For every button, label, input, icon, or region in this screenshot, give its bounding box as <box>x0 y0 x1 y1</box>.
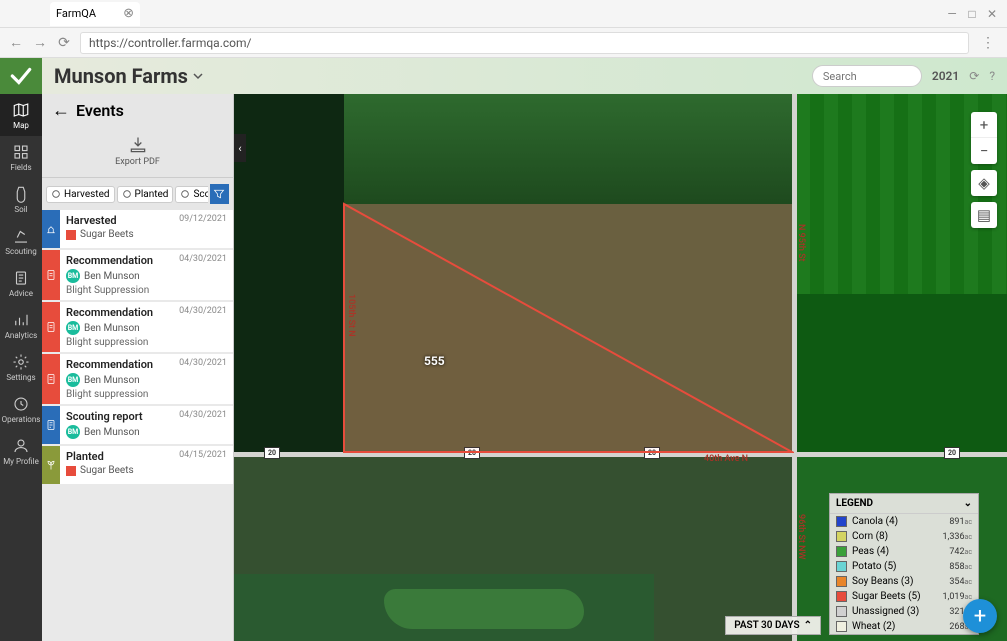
nav-item-advice[interactable]: Advice <box>0 262 42 304</box>
export-pdf-button[interactable]: Export PDF <box>115 135 160 167</box>
nav-item-operations[interactable]: Operations <box>0 388 42 430</box>
panel-collapse-button[interactable]: ‹ <box>234 134 246 162</box>
legend-row[interactable]: Peas (4)742ac <box>830 544 978 559</box>
event-item[interactable]: Scouting report04/30/2021BMBen Munson <box>42 406 233 444</box>
app-logo[interactable] <box>0 58 42 94</box>
nav-forward-icon[interactable]: → <box>32 34 48 51</box>
legend-row[interactable]: Unassigned (3)321ac <box>830 604 978 619</box>
event-item[interactable]: Planted04/15/2021Sugar Beets <box>42 446 233 484</box>
nav-item-analytics[interactable]: Analytics <box>0 304 42 346</box>
legend-row[interactable]: Sugar Beets (5)1,019ac <box>830 589 978 604</box>
app-header: Munson Farms 2021 ⟳ ? <box>42 58 1007 94</box>
panel-title: Events <box>76 101 124 120</box>
sidebar-nav: MapFieldsSoilScoutingAdviceAnalyticsSett… <box>0 58 42 641</box>
locate-button[interactable]: ◈ <box>971 170 997 196</box>
url-input[interactable]: https://controller.farmqa.com/ <box>80 32 969 54</box>
legend-row[interactable]: Soy Beans (3)354ac <box>830 574 978 589</box>
browser-menu-icon[interactable]: ⋮ <box>977 35 999 51</box>
legend-row[interactable]: Wheat (2)268ac <box>830 619 978 634</box>
route-shield: 20 <box>264 447 280 459</box>
chevron-down-icon: ⌄ <box>964 498 972 509</box>
chevron-down-icon <box>192 70 204 82</box>
road-label: 40th Ave N <box>704 454 748 464</box>
tab-title: FarmQA <box>56 7 96 20</box>
nav-item-fields[interactable]: Fields <box>0 136 42 178</box>
legend-row[interactable]: Canola (4)891ac <box>830 514 978 529</box>
browser-toolbar: ← → ⟳ https://controller.farmqa.com/ ⋮ <box>0 28 1007 58</box>
event-item[interactable]: Recommendation04/30/2021BMBen MunsonBlig… <box>42 250 233 300</box>
legend-row[interactable]: Corn (8)1,336ac <box>830 529 978 544</box>
event-item[interactable]: Recommendation04/30/2021BMBen MunsonBlig… <box>42 302 233 352</box>
map-canvas[interactable]: ‹ <box>234 94 1007 641</box>
window-close-icon[interactable]: ✕ <box>983 7 1001 21</box>
filter-chip-row: HarvestedPlantedSco <box>42 178 233 210</box>
event-type-icon <box>42 302 60 352</box>
nav-item-profile[interactable]: My Profile <box>0 430 42 472</box>
nav-item-map[interactable]: Map <box>0 94 42 136</box>
event-item[interactable]: Harvested09/12/2021Sugar Beets <box>42 210 233 248</box>
legend-swatch <box>836 546 847 557</box>
field-boundary[interactable] <box>342 202 794 454</box>
nav-back-icon[interactable]: ← <box>8 34 24 51</box>
tab-close-icon[interactable]: ⊗ <box>123 6 134 21</box>
zoom-in-button[interactable]: + <box>971 112 997 138</box>
legend-toggle[interactable]: LEGEND ⌄ <box>830 494 978 514</box>
nav-item-settings[interactable]: Settings <box>0 346 42 388</box>
event-list[interactable]: Harvested09/12/2021Sugar BeetsRecommenda… <box>42 210 233 641</box>
add-button[interactable]: + <box>963 599 997 633</box>
window-titlebar: FarmQA ⊗ — □ ✕ <box>0 0 1007 28</box>
field-label: 555 <box>424 354 445 368</box>
org-dropdown[interactable]: Munson Farms <box>54 64 204 88</box>
legend-swatch <box>836 561 847 572</box>
nav-reload-icon[interactable]: ⟳ <box>56 35 72 51</box>
filter-chip-scout[interactable]: Sco <box>175 186 207 203</box>
window-minimize-icon[interactable]: — <box>943 7 961 21</box>
browser-tab[interactable]: FarmQA ⊗ <box>50 2 140 26</box>
event-item[interactable]: Recommendation04/30/2021BMBen MunsonBlig… <box>42 354 233 404</box>
legend-swatch <box>836 531 847 542</box>
chevron-up-icon: ⌃ <box>804 620 812 631</box>
legend-swatch <box>836 621 847 632</box>
filter-button[interactable] <box>210 184 229 204</box>
search-input[interactable] <box>812 65 922 87</box>
filter-icon <box>213 188 225 200</box>
time-filter-dropdown[interactable]: PAST 30 DAYS ⌃ <box>725 616 821 635</box>
event-type-icon <box>42 446 60 484</box>
event-type-icon <box>42 354 60 404</box>
road-label: 96th St NW <box>796 514 806 559</box>
nav-item-scouting[interactable]: Scouting <box>0 220 42 262</box>
legend-swatch <box>836 576 847 587</box>
event-type-icon <box>42 406 60 444</box>
download-icon <box>128 135 148 155</box>
panel-back-icon[interactable]: ← <box>52 100 70 121</box>
sync-icon[interactable]: ⟳ <box>969 69 979 83</box>
zoom-out-button[interactable]: − <box>971 138 997 164</box>
filter-chip-harvest[interactable]: Harvested <box>46 186 115 203</box>
legend-swatch <box>836 591 847 602</box>
filter-chip-plant[interactable]: Planted <box>117 186 174 203</box>
nav-item-soil[interactable]: Soil <box>0 178 42 220</box>
window-maximize-icon[interactable]: □ <box>963 7 981 21</box>
map-controls: + − ◈ ▤ <box>971 112 997 228</box>
legend-swatch <box>836 606 847 617</box>
event-type-icon <box>42 250 60 300</box>
events-panel: ← Events Export PDF HarvestedPlantedSco <box>42 94 234 641</box>
road-label: N 95th St <box>796 224 806 262</box>
legend-row[interactable]: Potato (5)858ac <box>830 559 978 574</box>
year-selector[interactable]: 2021 <box>932 69 959 83</box>
help-icon[interactable]: ? <box>989 69 995 83</box>
legend-swatch <box>836 516 847 527</box>
route-shield: 20 <box>944 447 960 459</box>
layers-button[interactable]: ▤ <box>971 202 997 228</box>
event-type-icon <box>42 210 60 248</box>
map-legend: LEGEND ⌄ Canola (4)891acCorn (8)1,336acP… <box>829 493 979 635</box>
